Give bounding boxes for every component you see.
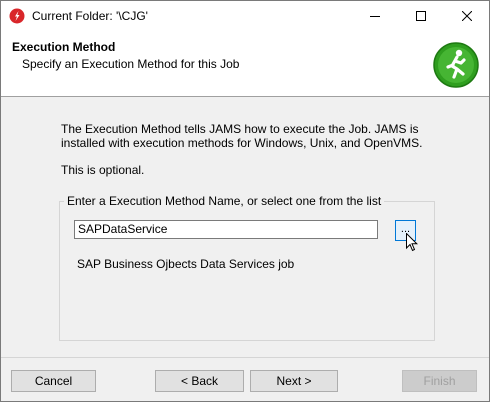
- finish-button[interactable]: Finish: [402, 370, 477, 392]
- optional-text: This is optional.: [61, 163, 145, 177]
- window-title: Current Folder: '\CJG': [32, 9, 148, 23]
- page-subtitle: Specify an Execution Method for this Job: [22, 57, 240, 71]
- maximize-icon: [416, 11, 426, 21]
- minimize-icon: [370, 16, 380, 17]
- back-button[interactable]: < Back: [155, 370, 244, 392]
- group-label: Enter a Execution Method Name, or select…: [64, 194, 385, 208]
- footer-divider: [1, 357, 489, 358]
- minimize-button[interactable]: [352, 1, 398, 32]
- running-man-icon: [433, 42, 479, 88]
- wizard-window: Current Folder: '\CJG' Execution Method …: [0, 0, 490, 402]
- close-button[interactable]: [444, 1, 489, 32]
- close-icon: [462, 11, 472, 21]
- description-text: The Execution Method tells JAMS how to e…: [61, 122, 423, 150]
- maximize-button[interactable]: [398, 1, 444, 32]
- page-title: Execution Method: [12, 40, 116, 54]
- next-button[interactable]: Next >: [250, 370, 338, 392]
- execution-method-input[interactable]: SAPDataService: [74, 220, 378, 239]
- wizard-header: Execution Method Specify an Execution Me…: [1, 32, 489, 97]
- cancel-button[interactable]: Cancel: [11, 370, 96, 392]
- mouse-cursor-icon: [406, 233, 418, 252]
- jams-app-icon: [9, 8, 25, 24]
- title-bar: Current Folder: '\CJG': [1, 1, 489, 32]
- method-description: SAP Business Ojbects Data Services job: [77, 257, 295, 271]
